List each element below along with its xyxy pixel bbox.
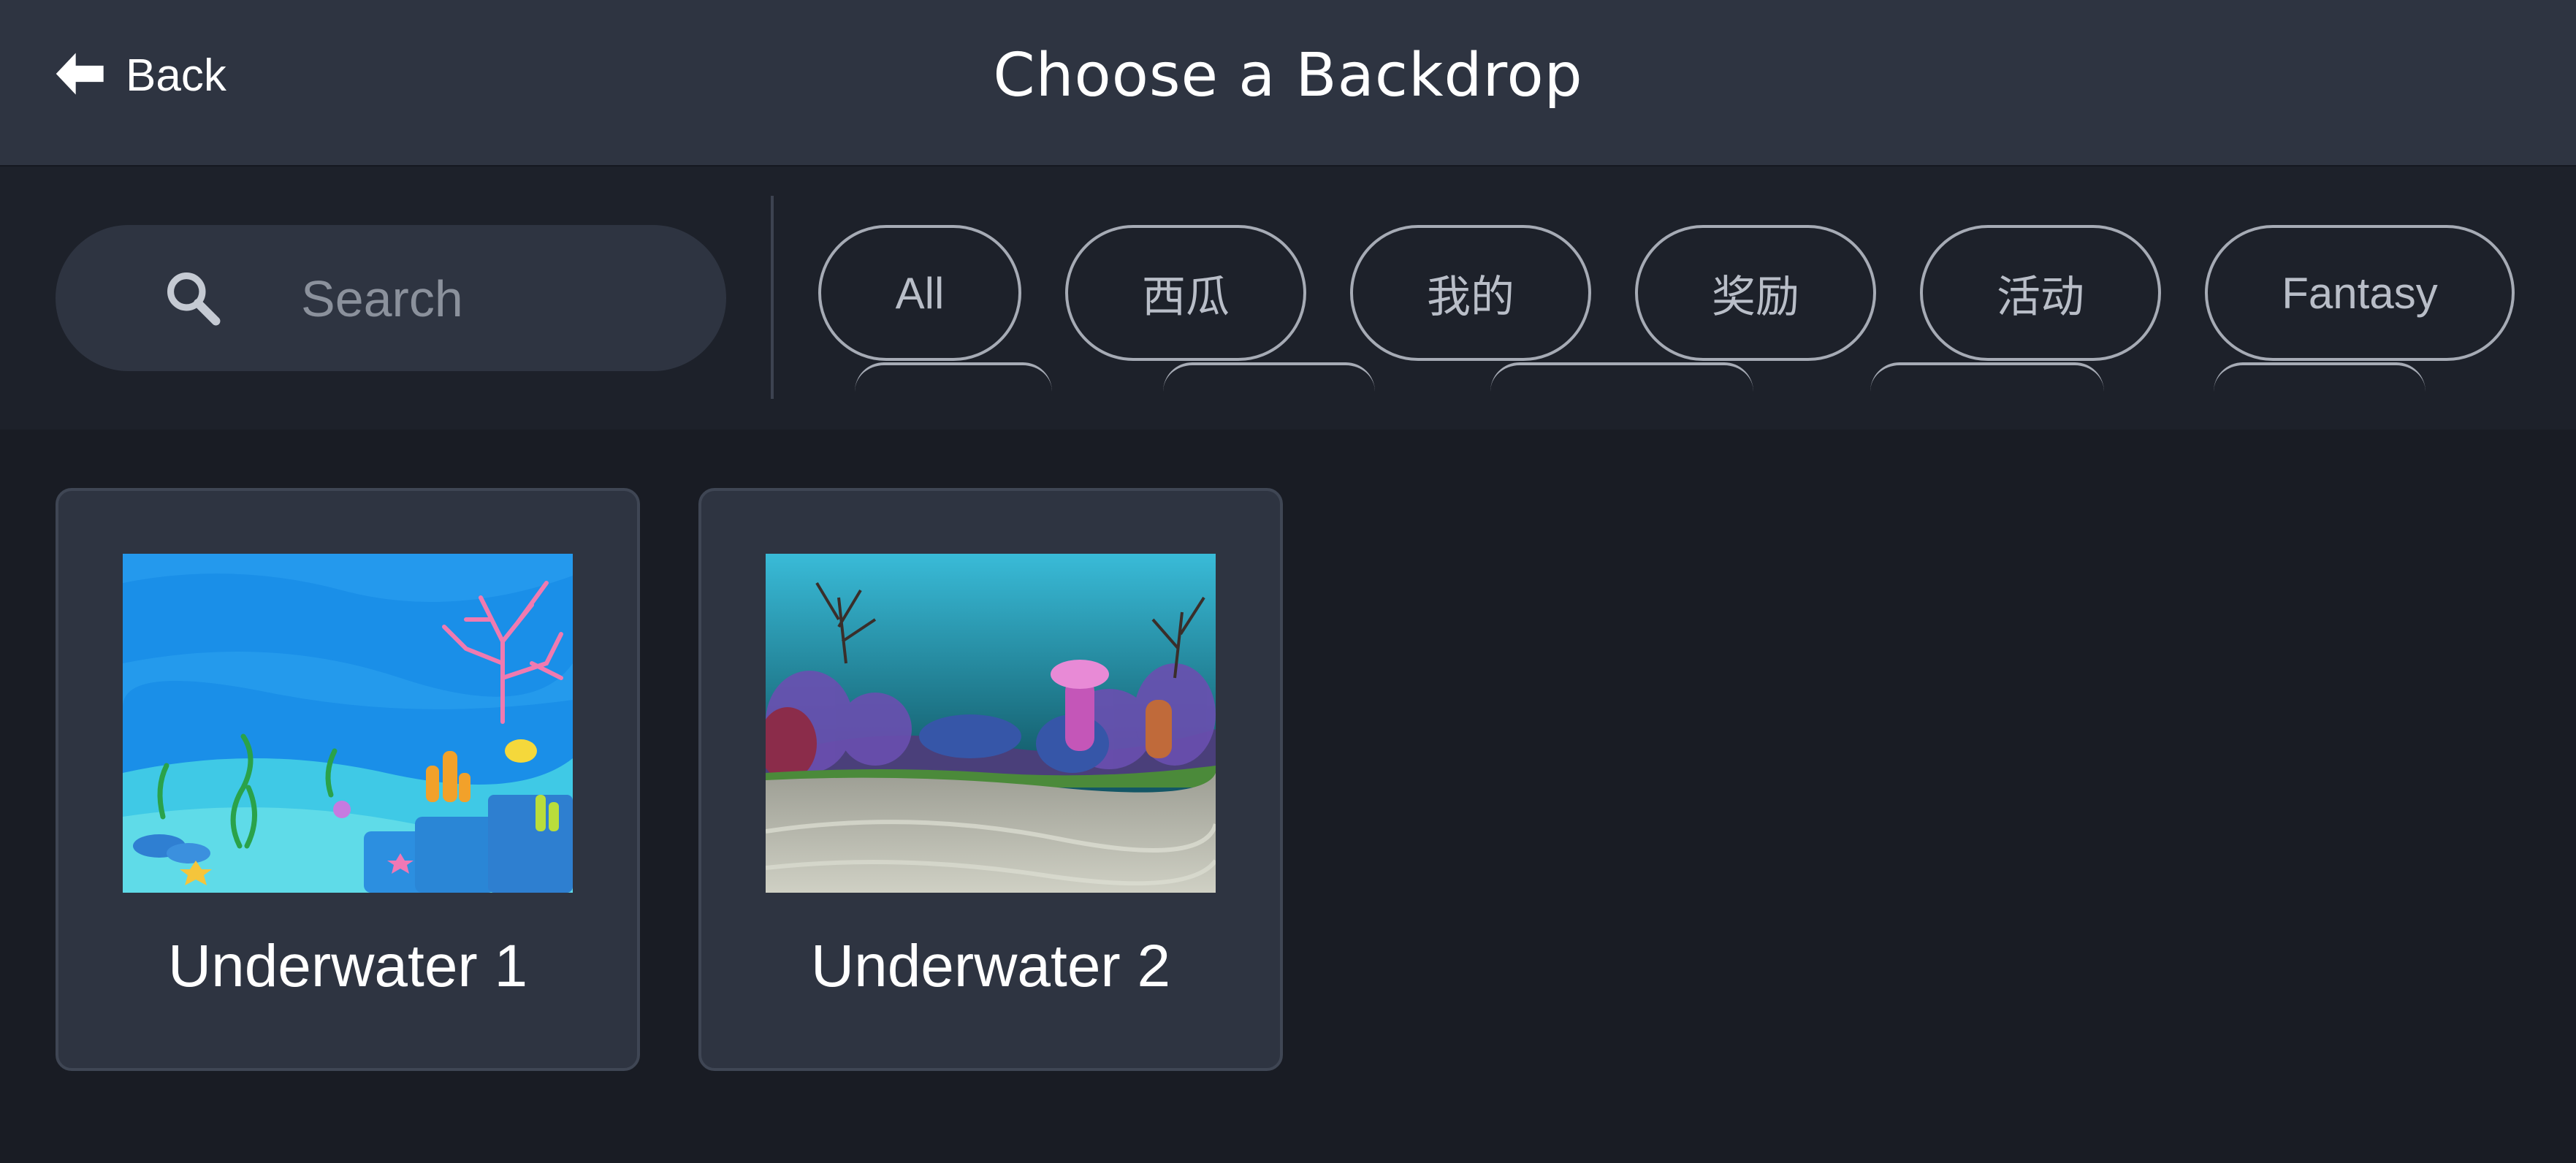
backdrop-thumbnail — [766, 554, 1216, 893]
filter-divider — [771, 196, 774, 399]
tag-row-peek — [1490, 362, 1753, 392]
backdrop-thumbnail — [123, 554, 573, 893]
tag-row-peek — [855, 362, 1052, 392]
search-box[interactable] — [56, 225, 726, 371]
backdrop-name: Underwater 2 — [810, 933, 1171, 999]
search-input[interactable] — [300, 262, 712, 336]
tag-mine[interactable]: 我的 — [1350, 225, 1591, 361]
page-title: Choose a Backdrop — [993, 40, 1583, 110]
filter-bar: All 西瓜 我的 奖励 活动 Fantasy — [0, 167, 2576, 430]
backdrop-card-underwater-1[interactable]: Underwater 1 — [56, 488, 640, 1071]
tag-rewards[interactable]: 奖励 — [1635, 225, 1876, 361]
tag-row-peek — [2214, 362, 2426, 392]
back-arrow-icon — [53, 46, 108, 105]
tag-all[interactable]: All — [818, 225, 1021, 361]
back-button-label: Back — [126, 50, 226, 101]
backdrop-name: Underwater 1 — [167, 933, 528, 999]
tag-row-peek — [1163, 362, 1375, 392]
tag-activity[interactable]: 活动 — [1920, 225, 2161, 361]
back-button[interactable]: Back — [53, 29, 257, 121]
tag-row-peek — [1870, 362, 2104, 392]
tag-xigua[interactable]: 西瓜 — [1065, 225, 1306, 361]
tag-fantasy[interactable]: Fantasy — [2205, 225, 2515, 361]
header-bar: Choose a Backdrop Back — [0, 0, 2576, 167]
backdrop-card-underwater-2[interactable]: Underwater 2 — [698, 488, 1283, 1071]
